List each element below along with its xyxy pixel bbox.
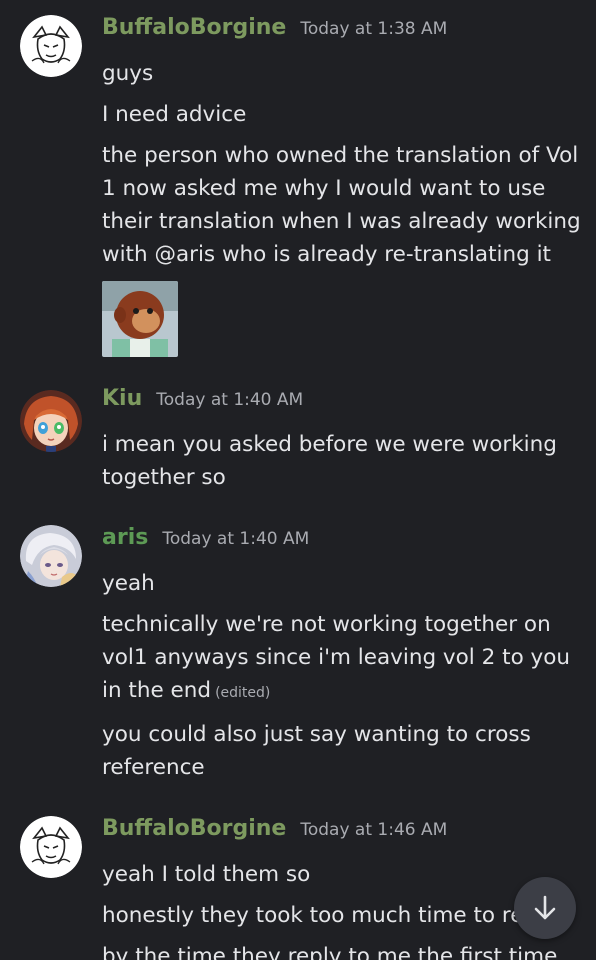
message-text: yeah (102, 571, 155, 596)
message-text: yeah I told them so (102, 862, 311, 887)
timestamp: Today at 1:40 AM (156, 390, 304, 410)
avatar-aris[interactable] (20, 525, 82, 587)
edited-label: (edited) (215, 685, 271, 701)
message-header: aris Today at 1:40 AM (102, 525, 582, 559)
timestamp: Today at 1:38 AM (300, 19, 448, 39)
message-text: by the time they reply to me the first t… (102, 944, 565, 960)
avatar-buffaloborgine[interactable] (20, 15, 82, 77)
message-text: i mean you asked before we were working … (102, 432, 557, 490)
message-text: I need advice (102, 102, 247, 127)
message-header: Kiu Today at 1:40 AM (102, 386, 582, 420)
username[interactable]: BuffaloBorgine (102, 816, 286, 841)
message-text: technically we're not working together o… (102, 608, 582, 710)
message-header: BuffaloBorgine Today at 1:46 AM (102, 816, 582, 850)
timestamp: Today at 1:46 AM (300, 820, 448, 840)
anime-girl-avatar-icon (20, 390, 82, 452)
sketch-avatar-icon (20, 816, 82, 878)
chat-message-list[interactable]: BuffaloBorgine Today at 1:38 AM guys I n… (0, 0, 596, 960)
username[interactable]: Kiu (102, 386, 142, 411)
avatar-kiu[interactable] (20, 390, 82, 452)
arrow-down-icon (534, 895, 556, 920)
message-header: BuffaloBorgine Today at 1:38 AM (102, 15, 582, 49)
anime-character-avatar-icon (20, 525, 82, 587)
username[interactable]: aris (102, 525, 148, 550)
message-text: the person who owned the translation of … (102, 143, 581, 267)
message-text-body: technically we're not working together o… (102, 612, 571, 703)
sketch-avatar-icon (20, 15, 82, 77)
message-text: you could also just say wanting to cross… (102, 722, 531, 780)
image-attachment[interactable] (102, 281, 178, 357)
monkey-puppet-meme-image (102, 281, 178, 357)
jump-to-bottom-button[interactable] (514, 877, 576, 939)
message-text: guys (102, 61, 154, 86)
message-text: honestly they took too much time to re (102, 903, 524, 928)
timestamp: Today at 1:40 AM (162, 529, 310, 549)
username[interactable]: BuffaloBorgine (102, 15, 286, 40)
avatar-buffaloborgine[interactable] (20, 816, 82, 878)
